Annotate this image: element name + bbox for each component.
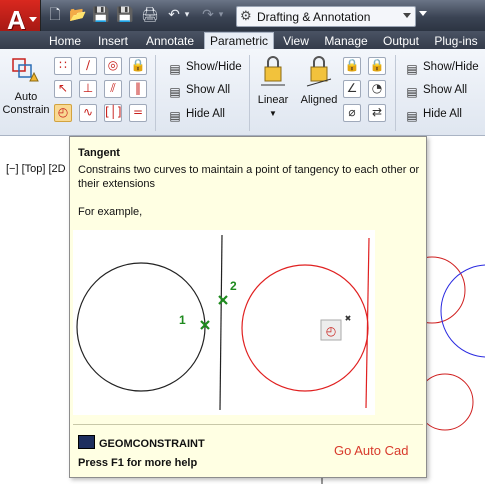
tab-plug-ins[interactable]: Plug-ins xyxy=(430,33,482,49)
horizontal-constraint-icon[interactable]: ↖ xyxy=(54,80,72,98)
auto-constrain-label-line1: Auto xyxy=(14,91,38,103)
redo-icon[interactable]: ↷ xyxy=(200,7,216,23)
ribbon-tab-bar: Home Insert Annotate Parametric View Man… xyxy=(0,31,485,50)
tab-output[interactable]: Output xyxy=(378,33,424,49)
tab-annotate[interactable]: Annotate xyxy=(140,33,200,49)
new-file-icon[interactable]: 🗋 xyxy=(47,7,63,23)
equal-constraint-icon[interactable]: = xyxy=(129,104,147,122)
redo-dropdown-icon[interactable]: ▾ xyxy=(217,7,225,23)
save-as-icon[interactable]: 💾 xyxy=(116,7,133,23)
auto-constrain-icon xyxy=(12,58,39,82)
vertical-constraint-icon[interactable]: ‖ xyxy=(129,80,147,98)
example-circle-black xyxy=(76,262,206,392)
gear-icon: ⚙ xyxy=(240,8,252,23)
tab-manage[interactable]: Manage xyxy=(320,33,372,49)
marker-2-label: 2 xyxy=(230,279,237,293)
close-icon: ✖ xyxy=(345,314,352,323)
show-hide-label: Show/Hide xyxy=(186,61,242,73)
tooltip-command: GEOMCONSTRAINT xyxy=(78,435,205,450)
tab-home[interactable]: Home xyxy=(44,33,86,49)
tooltip-help: Press F1 for more help xyxy=(78,457,198,469)
tangent-example-illustration: ◴ ✖ xyxy=(76,234,370,411)
horizontal-dimension-icon[interactable]: 🔒 xyxy=(343,57,361,75)
command-line-icon xyxy=(78,435,95,449)
linear-label: Linear xyxy=(257,94,289,106)
customize-quick-access-icon[interactable] xyxy=(419,11,427,16)
pick-marker-2-icon xyxy=(218,295,228,305)
dimensional-show-all-button[interactable]: ▤ Show All xyxy=(405,84,467,99)
tooltip-example-image: ◴ ✖ 1 2 xyxy=(73,230,375,415)
tab-view[interactable]: View xyxy=(278,33,314,49)
divider xyxy=(395,55,396,131)
undo-icon[interactable]: ↶ xyxy=(166,7,182,23)
constraint-bar-icon: ▤ xyxy=(169,109,181,123)
dimension-bar-icon: ▤ xyxy=(406,62,418,76)
dimensional-show-hide-button[interactable]: ▤ Show/Hide xyxy=(405,61,479,76)
diameter-dimension-icon[interactable]: ⌀ xyxy=(343,104,361,122)
collinear-constraint-icon[interactable]: ∕ xyxy=(79,57,97,75)
concentric-constraint-icon[interactable]: ◎ xyxy=(104,57,122,75)
example-circle-red xyxy=(241,264,369,392)
tooltip-example-label: For example, xyxy=(78,206,143,218)
fix-constraint-icon[interactable]: 🔒 xyxy=(129,57,147,75)
constraint-bar-icon: ▤ xyxy=(169,62,181,76)
chevron-down-icon xyxy=(403,13,411,18)
plot-icon[interactable]: 🖨 xyxy=(141,7,159,23)
geometric-show-all-button[interactable]: ▤ Show All xyxy=(168,84,230,99)
chevron-down-icon xyxy=(29,17,37,22)
tooltip-command-name: GEOMCONSTRAINT xyxy=(99,438,205,450)
tangent-badge-icon: ◴ xyxy=(326,324,337,338)
dimension-bar-icon: ▤ xyxy=(406,85,418,99)
angular-dimension-icon[interactable]: ∠ xyxy=(343,80,361,98)
workspace-name: Drafting & Annotation xyxy=(257,10,371,24)
aligned-lock-icon xyxy=(306,56,332,87)
radius-dimension-icon[interactable]: ◔ xyxy=(368,80,386,98)
perpendicular-constraint-icon[interactable]: ⊥ xyxy=(79,80,97,98)
ribbon-panel: Auto Constrain ∷ ∕ ◎ 🔒 ↖ ⊥ ⫽ ‖ ◴ ∿ [│] =… xyxy=(0,49,485,136)
undo-dropdown-icon[interactable]: ▾ xyxy=(183,7,191,23)
hide-all-label: Hide All xyxy=(423,108,462,120)
marker-1-label: 1 xyxy=(179,313,186,327)
coincident-constraint-icon[interactable]: ∷ xyxy=(54,57,72,75)
smooth-constraint-icon[interactable]: ∿ xyxy=(79,104,97,122)
dimensional-hide-all-button[interactable]: ▤ Hide All xyxy=(405,108,462,123)
geometric-hide-all-button[interactable]: ▤ Hide All xyxy=(168,108,225,123)
auto-constrain-label-line2: Constrain xyxy=(2,104,50,116)
divider xyxy=(249,55,250,131)
auto-constrain-button[interactable]: Auto Constrain xyxy=(2,53,50,123)
tooltip-divider xyxy=(73,424,423,425)
convert-dimension-icon[interactable]: ⇄ xyxy=(368,104,386,122)
tooltip-title: Tangent xyxy=(78,147,120,159)
linear-dimension-button[interactable]: Linear ▼ xyxy=(254,53,292,129)
show-all-label: Show All xyxy=(423,84,468,96)
show-hide-label: Show/Hide xyxy=(423,61,479,73)
open-folder-icon[interactable]: 📂 xyxy=(69,7,86,23)
aligned-dimension-button[interactable]: Aligned xyxy=(298,53,340,129)
tab-parametric[interactable]: Parametric xyxy=(204,32,274,50)
example-line-red xyxy=(365,237,370,409)
constraint-bar-icon: ▤ xyxy=(169,85,181,99)
show-all-label: Show All xyxy=(186,84,231,96)
workspace-selector[interactable]: ⚙ Drafting & Annotation xyxy=(236,6,416,27)
geometric-show-hide-button[interactable]: ▤ Show/Hide xyxy=(168,61,242,76)
divider xyxy=(155,55,156,131)
save-icon[interactable]: 💾 xyxy=(92,7,109,23)
watermark-text: Go Auto Cad xyxy=(334,443,409,458)
example-line-black xyxy=(219,234,223,411)
tangent-constraint-icon[interactable]: ◴ xyxy=(54,104,72,122)
chevron-down-icon: ▼ xyxy=(269,109,277,118)
aligned-label: Aligned xyxy=(300,94,338,106)
title-bar: A 🗋 📂 💾 💾 🖨 ↶ ▾ ↷ ▾ ⚙ Drafting & Annotat… xyxy=(0,0,485,46)
vertical-dimension-icon[interactable]: 🔒 xyxy=(368,57,386,75)
linear-lock-icon xyxy=(261,56,285,86)
hide-all-label: Hide All xyxy=(186,108,225,120)
dimension-bar-icon: ▤ xyxy=(406,109,418,123)
tooltip-description: Constrains two curves to maintain a poin… xyxy=(78,164,420,190)
symmetric-constraint-icon[interactable]: [│] xyxy=(104,104,122,122)
parallel-constraint-icon[interactable]: ⫽ xyxy=(104,80,122,98)
tangent-tooltip: Tangent Constrains two curves to maintai… xyxy=(69,136,427,478)
tab-insert[interactable]: Insert xyxy=(90,33,136,49)
